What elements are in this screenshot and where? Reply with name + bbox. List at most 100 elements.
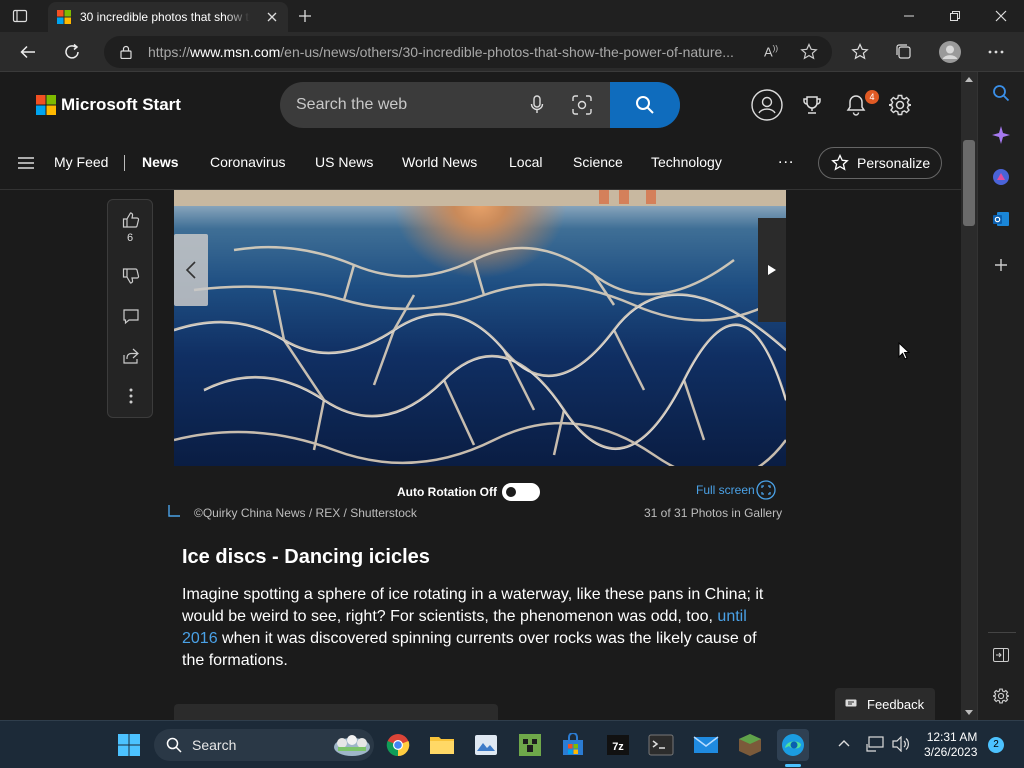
rewards-trophy-icon[interactable] [802, 95, 822, 115]
microphone-icon[interactable] [530, 95, 544, 115]
refresh-button[interactable] [56, 36, 88, 68]
personalize-star-icon [831, 154, 849, 172]
sidebar-add-icon[interactable] [994, 258, 1008, 272]
mouse-cursor-icon [898, 342, 910, 360]
tab-close-icon[interactable] [266, 11, 278, 23]
feedback-icon [845, 699, 857, 709]
restore-button[interactable] [932, 0, 978, 32]
nav-item-technology[interactable]: Technology [651, 154, 722, 170]
gallery-prev-button[interactable] [174, 234, 208, 306]
browser-tab-active[interactable]: 30 incredible photos that show the power… [48, 2, 288, 32]
next-card-edge [174, 704, 498, 720]
tab-actions-icon[interactable] [12, 8, 28, 24]
web-search-box[interactable]: Search the web [280, 82, 680, 128]
minimize-button[interactable] [886, 0, 932, 32]
sidebar-copilot-icon[interactable] [992, 168, 1010, 186]
new-tab-icon[interactable] [297, 8, 313, 24]
profile-avatar[interactable] [934, 36, 966, 68]
gallery-next-button[interactable] [758, 218, 786, 322]
gallery-photo [174, 190, 786, 466]
photos-icon[interactable] [470, 729, 502, 761]
settings-gear-icon[interactable] [889, 94, 911, 116]
minecraft-icon[interactable] [734, 729, 766, 761]
auto-rotation-toggle[interactable] [502, 483, 540, 501]
settings-more-button[interactable] [980, 36, 1012, 68]
nav-item-news[interactable]: News [142, 154, 179, 170]
terminal-icon[interactable] [645, 729, 677, 761]
dislike-icon[interactable] [121, 266, 141, 286]
collections-button[interactable] [888, 36, 920, 68]
network-icon[interactable] [866, 736, 884, 752]
nav-item-my-feed[interactable]: My Feed [54, 154, 108, 170]
feedback-label: Feedback [867, 696, 925, 712]
lock-icon[interactable] [120, 45, 132, 59]
read-aloud-icon[interactable]: A)) [764, 44, 778, 59]
site-logo-text[interactable]: Microsoft Start [61, 95, 181, 115]
tab-title: 30 incredible photos that show the power… [80, 10, 250, 24]
comment-icon[interactable] [121, 306, 141, 326]
feedback-button[interactable]: Feedback [835, 688, 935, 720]
chevron-left-icon [185, 261, 196, 279]
nav-item-world-news[interactable]: World News [402, 154, 477, 170]
nav-item-us-news[interactable]: US News [315, 154, 373, 170]
nav-more-button[interactable]: ... [778, 150, 794, 168]
sidebar-outlook-icon[interactable] [992, 210, 1010, 228]
microsoft-store-icon[interactable] [557, 729, 589, 761]
windows-taskbar: Search 7z 12:31 AM 3/26/2023 2 [0, 720, 1024, 768]
sidebar-settings-icon[interactable] [993, 688, 1009, 704]
personalize-button[interactable]: Personalize [818, 147, 942, 179]
more-options-icon[interactable] [121, 386, 141, 406]
clock-date: 3/26/2023 [924, 745, 978, 759]
gallery-count: 31 of 31 Photos in Gallery [644, 506, 783, 520]
nav-item-science[interactable]: Science [573, 154, 623, 170]
share-icon[interactable] [121, 346, 141, 366]
7zip-icon[interactable]: 7z [602, 729, 634, 761]
search-input[interactable]: Search the web [296, 96, 407, 114]
hamburger-menu-icon[interactable] [17, 156, 35, 170]
svg-text:7z: 7z [612, 741, 624, 753]
sidebar-divider [988, 632, 1016, 633]
like-count: 6 [126, 232, 134, 244]
edge-icon[interactable] [777, 729, 809, 761]
like-icon[interactable] [121, 210, 141, 230]
taskbar-search-label: Search [192, 737, 237, 753]
taskbar-search[interactable]: Search [154, 729, 374, 761]
page-scrollbar[interactable] [961, 72, 977, 720]
search-highlight-icon [332, 733, 372, 757]
article-actions-rail: 6 [107, 199, 153, 418]
back-button[interactable] [12, 36, 44, 68]
close-window-button[interactable] [978, 0, 1024, 32]
notification-center-badge[interactable]: 2 [988, 737, 1004, 753]
add-favorite-icon[interactable] [800, 43, 818, 61]
show-hidden-icons-chevron-icon[interactable] [838, 739, 850, 747]
hide-sidebar-icon[interactable] [993, 648, 1009, 662]
nav-item-coronavirus[interactable]: Coronavirus [210, 154, 285, 170]
play-triangle-icon [768, 265, 776, 275]
chrome-icon[interactable] [382, 729, 414, 761]
web-page: Microsoft Start Search the web 4 My Feed… [0, 72, 961, 720]
browser-titlebar: 30 incredible photos that show the power… [0, 0, 1024, 32]
credit-corner-icon [167, 504, 181, 518]
sidebar-discover-icon[interactable] [992, 126, 1010, 144]
fullscreen-icon[interactable] [756, 480, 776, 500]
account-icon[interactable] [751, 89, 783, 121]
minecraft-launcher-icon[interactable] [514, 729, 546, 761]
mail-icon[interactable] [690, 729, 722, 761]
notifications-bell-icon[interactable] [846, 94, 866, 116]
microsoft-logo-icon[interactable] [36, 95, 56, 115]
address-bar[interactable]: https://www.msn.com/en-us/news/others/30… [104, 36, 832, 68]
sidebar-search-icon[interactable] [992, 84, 1010, 102]
auto-rotation-label: Auto Rotation Off [397, 485, 497, 499]
file-explorer-icon[interactable] [426, 729, 458, 761]
fullscreen-link[interactable]: Full screen [696, 483, 755, 497]
site-header: Microsoft Start Search the web 4 [0, 72, 961, 138]
volume-icon[interactable] [892, 736, 910, 752]
nav-item-local[interactable]: Local [509, 154, 542, 170]
start-button[interactable] [113, 729, 145, 761]
photo-credit: ©Quirky China News / REX / Shutterstock [194, 506, 417, 520]
edge-sidebar [977, 72, 1024, 720]
visual-search-icon[interactable] [572, 95, 592, 115]
system-clock[interactable]: 12:31 AM 3/26/2023 [924, 730, 977, 760]
favorites-button[interactable] [844, 36, 876, 68]
search-button[interactable] [610, 82, 680, 128]
